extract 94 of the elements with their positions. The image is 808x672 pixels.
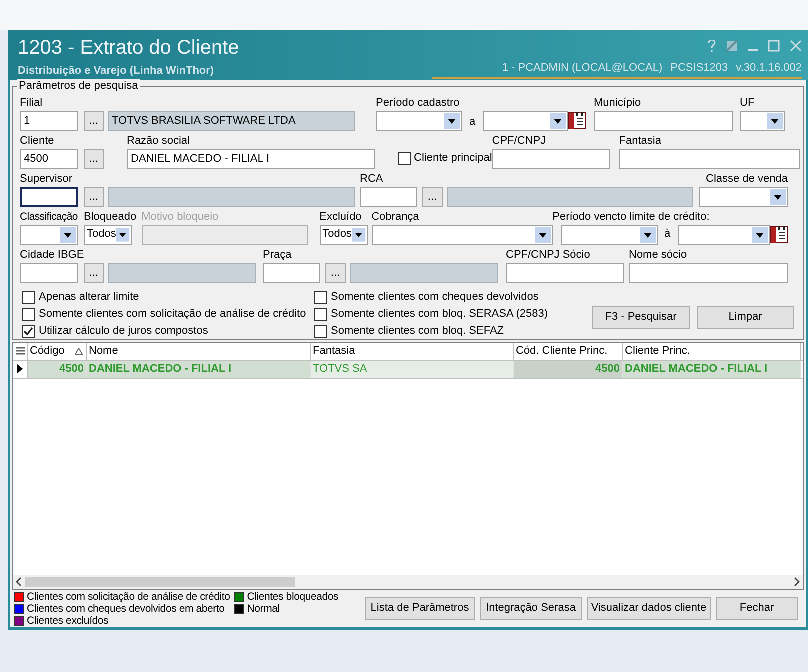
field-label: Excluído (320, 210, 363, 224)
checkbox-label: Apenas alterar limite (39, 290, 140, 305)
lookup-button[interactable]: ... (84, 148, 104, 168)
range-separator: a (468, 115, 477, 130)
input-field[interactable] (594, 110, 733, 130)
version-label: v.30.1.16.002 (736, 61, 802, 76)
input-field[interactable]: 4500 (20, 148, 78, 168)
legend-label: Clientes com cheques devolvidos em aberto (27, 602, 225, 614)
action-button[interactable]: F3 - Pesquisar (592, 306, 690, 328)
column-header[interactable]: Código (28, 342, 87, 360)
input-field[interactable] (360, 186, 417, 206)
field-label: Cliente (20, 134, 56, 148)
field-label: Cobrança (372, 210, 420, 224)
checkbox[interactable] (398, 152, 411, 165)
input-field[interactable]: DANIEL MACEDO - FILIAL I (127, 148, 375, 168)
field-label: Fantasia (619, 134, 662, 148)
checkbox-label: Utilizar cálculo de juros compostos (39, 324, 208, 339)
row-pointer-icon (17, 364, 23, 374)
legend-label: Clientes com solicitação de análise de crédito (27, 590, 230, 602)
legend-label: Clientes excluídos (27, 614, 109, 626)
checkbox-label: Somente clientes com bloq. SEFAZ (331, 324, 504, 339)
panel-legend: Parâmetros de pesquisa (17, 78, 140, 92)
field-label: Classificação (20, 210, 79, 224)
table-cell: TOTVS SA (311, 360, 514, 378)
field-label: Nome sócio (629, 248, 688, 262)
scroll-left-icon[interactable] (15, 576, 23, 586)
lookup-button[interactable]: ... (84, 110, 104, 130)
horizontal-scrollbar[interactable] (13, 574, 803, 588)
session-info: 1 - PCADMIN (LOCAL@LOCAL) (502, 61, 663, 76)
action-button[interactable]: Visualizar dados cliente (587, 596, 711, 620)
input-field[interactable] (619, 148, 800, 168)
field-label: Período cadastro (376, 96, 461, 110)
field-label: CPF/CNPJ Sócio (506, 248, 592, 262)
field-label: Filial (20, 96, 44, 110)
window-subtitle: Distribuição e Varejo (Linha WinThor) (18, 64, 216, 79)
checkbox[interactable] (314, 324, 327, 338)
input-field[interactable] (629, 262, 788, 282)
checkbox[interactable] (314, 290, 327, 304)
input-field[interactable] (20, 186, 78, 206)
table-cell: 4500 (28, 360, 87, 378)
action-button[interactable]: Fechar (716, 596, 798, 620)
scrollbar-thumb[interactable] (25, 576, 295, 586)
checkbox-label: Somente clientes com solicitação de análise de crédito (39, 306, 306, 322)
dropdown[interactable]: Todos (320, 224, 368, 244)
input-field[interactable]: 1 (20, 110, 78, 130)
table-cell: 4500 (514, 360, 623, 378)
field-label: Motivo bloqueio (142, 210, 220, 224)
calendar-icon[interactable] (568, 111, 587, 130)
lookup-button[interactable]: ... (325, 262, 346, 282)
field-label: Cidade IBGE (20, 248, 86, 262)
scroll-right-icon[interactable] (793, 576, 801, 586)
field-label: Praça (263, 248, 293, 262)
input-field[interactable] (20, 262, 78, 282)
calendar-icon[interactable] (770, 225, 789, 244)
grid-menu-icon[interactable] (16, 347, 24, 355)
checkbox[interactable] (22, 290, 35, 304)
column-header[interactable]: Fantasia (311, 342, 514, 360)
action-button[interactable]: Lista de Parâmetros (365, 596, 475, 620)
checkbox-label: Somente clientes com bloq. SERASA (2583) (331, 306, 548, 322)
action-button[interactable]: Limpar (697, 306, 794, 328)
checkbox-label: Cliente principal (414, 151, 492, 166)
field-label: Supervisor (20, 172, 74, 186)
field-label: Período vencto limite de crédito: (552, 210, 711, 224)
input-field[interactable] (492, 148, 610, 168)
lookup-button[interactable]: ... (84, 186, 104, 206)
legend-label: Clientes bloqueados (247, 590, 339, 602)
dropdown[interactable]: Todos (84, 224, 132, 244)
column-header[interactable]: Cliente Princ. (623, 342, 801, 360)
dropdown[interactable] (740, 110, 785, 130)
table-cell: DANIEL MACEDO - FILIAL I (87, 360, 311, 378)
field-label: Classe de venda (706, 172, 788, 186)
lookup-button[interactable]: ... (84, 262, 104, 282)
window-title: 1203 - Extrato do Cliente (18, 36, 240, 60)
field-label: UF (740, 96, 756, 110)
input-field[interactable] (263, 262, 320, 282)
action-button[interactable]: Integração Serasa (480, 596, 582, 620)
checkbox[interactable] (22, 308, 35, 320)
field-label: Bloqueado (84, 210, 137, 224)
description-field: TOTVS BRASILIA SOFTWARE LTDA (108, 110, 355, 130)
field-label: Município (594, 96, 642, 110)
program-code: PCSIS1203 (670, 61, 728, 76)
field-label: CPF/CNPJ (492, 134, 548, 148)
checkbox[interactable] (22, 324, 35, 338)
checkbox[interactable] (314, 308, 327, 320)
checkbox-label: Somente clientes com cheques devolvidos (331, 290, 539, 305)
lookup-button[interactable]: ... (422, 186, 443, 206)
field-label: Razão social (127, 134, 191, 148)
input-field[interactable] (506, 262, 624, 282)
legend-label: Normal (247, 602, 280, 614)
column-header[interactable]: Cód. Cliente Princ. (514, 342, 623, 360)
field-label: RCA (360, 172, 384, 186)
range-separator: à (664, 227, 672, 242)
table-cell: DANIEL MACEDO - FILIAL I (623, 360, 801, 378)
column-header[interactable]: Nome (87, 342, 311, 360)
